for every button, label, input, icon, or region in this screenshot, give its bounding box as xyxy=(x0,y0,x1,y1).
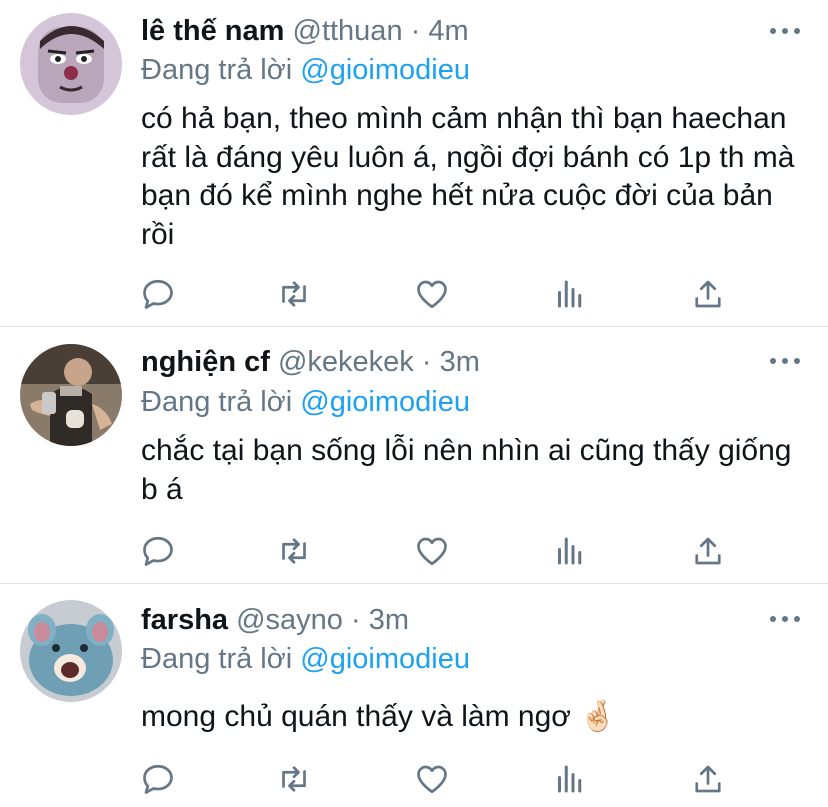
tweet-2[interactable]: nghiện cf @kekekek · 3m Đang trả lời @gi… xyxy=(0,327,828,583)
retweet-icon[interactable] xyxy=(276,533,312,569)
reply-icon[interactable] xyxy=(140,276,176,312)
tweet-text: chắc tại bạn sống lỗi nên nhìn ai cũng t… xyxy=(141,434,792,506)
share-icon[interactable] xyxy=(690,761,726,797)
tweet-header: farsha @sayno · 3m xyxy=(141,602,409,638)
like-icon[interactable] xyxy=(414,276,450,312)
avatar[interactable] xyxy=(20,13,122,115)
analytics-icon[interactable] xyxy=(552,533,588,569)
tweet-3[interactable]: farsha @sayno · 3m Đang trả lời @gioimod… xyxy=(0,584,828,807)
replying-to: Đang trả lời @gioimodieu xyxy=(141,52,470,88)
analytics-icon[interactable] xyxy=(552,761,588,797)
more-icon[interactable] xyxy=(770,616,800,622)
tweet-1[interactable]: lê thế nam @tthuan · 4m Đang trả lời @gi… xyxy=(0,0,828,326)
avatar[interactable] xyxy=(20,344,122,446)
reply-mention[interactable]: @gioimodieu xyxy=(300,386,470,418)
author-name[interactable]: farsha xyxy=(141,604,228,636)
timestamp[interactable]: 4m xyxy=(428,15,468,47)
reply-prefix: Đang trả lời xyxy=(141,386,301,418)
reply-icon[interactable] xyxy=(140,761,176,797)
author-handle[interactable]: @kekekek xyxy=(278,346,414,378)
reply-prefix: Đang trả lời xyxy=(141,54,301,86)
tweet-text: có hả bạn, theo mình cảm nhận thì bạn ha… xyxy=(141,102,795,251)
replying-to: Đang trả lời @gioimodieu xyxy=(141,641,470,677)
tweet-header: nghiện cf @kekekek · 3m xyxy=(141,344,480,380)
share-icon[interactable] xyxy=(690,533,726,569)
separator: · xyxy=(421,346,432,378)
reply-icon[interactable] xyxy=(140,533,176,569)
author-name[interactable]: lê thế nam xyxy=(141,15,284,47)
retweet-icon[interactable] xyxy=(276,761,312,797)
retweet-icon[interactable] xyxy=(276,276,312,312)
author-handle[interactable]: @sayno xyxy=(236,604,343,636)
author-handle[interactable]: @tthuan xyxy=(293,15,403,47)
analytics-icon[interactable] xyxy=(552,276,588,312)
reply-mention[interactable]: @gioimodieu xyxy=(300,54,470,86)
action-bar xyxy=(140,761,740,797)
like-icon[interactable] xyxy=(414,761,450,797)
action-bar xyxy=(140,533,740,569)
like-icon[interactable] xyxy=(414,533,450,569)
separator: · xyxy=(410,15,421,47)
separator: · xyxy=(351,604,361,636)
share-icon[interactable] xyxy=(690,276,726,312)
tweet-header: lê thế nam @tthuan · 4m xyxy=(141,13,469,49)
more-icon[interactable] xyxy=(770,28,800,34)
timestamp[interactable]: 3m xyxy=(369,604,409,636)
action-bar xyxy=(140,276,740,312)
tweet-text: mong chủ quán thấy và làm ngơ 🤞🏻 xyxy=(141,700,617,733)
reply-mention[interactable]: @gioimodieu xyxy=(300,643,470,675)
author-name[interactable]: nghiện cf xyxy=(141,346,270,378)
more-icon[interactable] xyxy=(770,358,800,364)
avatar[interactable] xyxy=(20,600,122,702)
replying-to: Đang trả lời @gioimodieu xyxy=(141,384,470,420)
reply-prefix: Đang trả lời xyxy=(141,643,301,675)
timestamp[interactable]: 3m xyxy=(440,346,480,378)
